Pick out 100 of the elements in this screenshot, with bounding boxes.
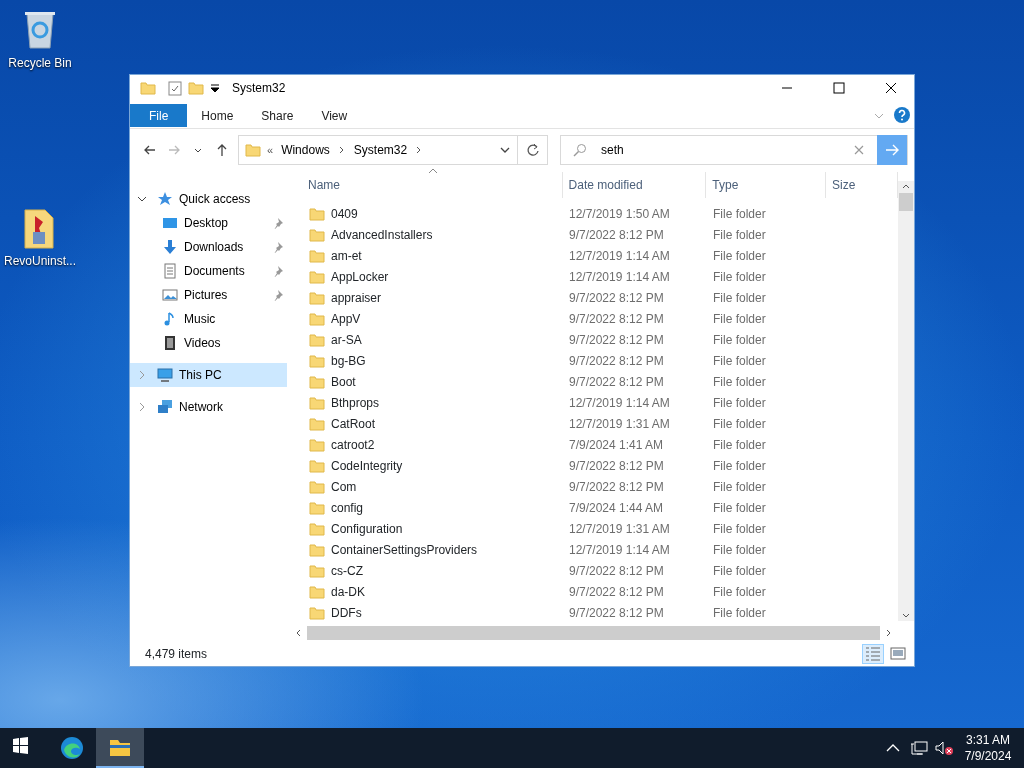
expanded-chevron-icon[interactable] (137, 194, 147, 204)
file-name[interactable]: da-DK (325, 582, 371, 601)
file-name[interactable]: AdvancedInstallers (325, 225, 439, 244)
date-cell-text: 9/7/2022 8:12 PM (568, 583, 665, 601)
desktop-icon-label[interactable]: Recycle Bin (8, 54, 72, 72)
properties-icon[interactable] (168, 80, 182, 96)
expand-ribbon-icon[interactable] (873, 111, 885, 121)
file-name[interactable]: bg-BG (325, 351, 372, 370)
date-cell-text: 9/7/2022 8:12 PM (568, 331, 665, 349)
clock[interactable]: 3:31 AM 7/9/2024 (962, 731, 1014, 765)
type-cell-text: File folder (712, 226, 767, 244)
file-name[interactable]: config (325, 498, 370, 517)
star-icon (157, 191, 173, 207)
network-icon[interactable] (910, 740, 928, 756)
type-cell-text: File folder (712, 289, 767, 307)
vertical-scrollbar[interactable] (898, 181, 914, 621)
folder-icon (309, 437, 325, 452)
folder-icon (309, 269, 325, 284)
maximize-icon (832, 82, 846, 94)
nav-item[interactable]: Quick access (130, 187, 287, 211)
ribbon-tab[interactable]: Home (187, 104, 248, 127)
date-cell-text: 12/7/2019 1:14 AM (568, 541, 671, 559)
close-icon (853, 144, 865, 156)
file-name[interactable]: Bthprops (325, 393, 386, 412)
type-cell-text: File folder (712, 457, 767, 475)
address-bar[interactable]: « Windows System32 (238, 135, 518, 165)
file-name[interactable]: catroot2 (325, 435, 381, 454)
nav-item[interactable]: This PC (130, 363, 287, 387)
large-icons-view-icon (889, 644, 907, 663)
folder-icon (309, 521, 325, 536)
nav-item[interactable]: Network (130, 395, 287, 419)
search-field[interactable]: seth (587, 140, 847, 160)
ribbon-tab[interactable]: File (130, 104, 188, 127)
close-icon (884, 82, 898, 94)
search-box[interactable]: seth (560, 135, 908, 165)
file-name[interactable]: CatRoot (325, 414, 382, 433)
date-cell-text: 9/7/2022 8:12 PM (568, 310, 665, 328)
search-button[interactable] (877, 135, 907, 165)
file-name[interactable]: cs-CZ (325, 561, 369, 580)
overflow-chevron[interactable]: « (267, 141, 274, 159)
film-icon (162, 335, 178, 351)
nav-item[interactable]: Desktop (130, 211, 287, 235)
file-name[interactable]: Configuration (325, 519, 409, 538)
nav-item[interactable]: Pictures (130, 283, 287, 307)
ribbon-tab[interactable]: View (307, 104, 362, 127)
type-cell-text: File folder (712, 205, 767, 223)
breadcrumb[interactable]: System32 (351, 141, 410, 159)
file-name[interactable]: Boot (325, 372, 362, 391)
chevron-icon[interactable] (337, 145, 346, 155)
scroll-thumb[interactable] (307, 625, 880, 640)
pin-icon (272, 217, 284, 229)
picture-icon (162, 287, 178, 303)
folder-icon (309, 206, 325, 221)
file-name[interactable]: am-et (325, 246, 368, 265)
file-name[interactable]: CodeIntegrity (325, 456, 409, 475)
date-cell-text: 9/7/2022 8:12 PM (568, 289, 665, 307)
date-cell-text: 9/7/2022 8:12 PM (568, 604, 665, 622)
type-cell-text: File folder (712, 310, 767, 328)
nav-item[interactable]: Music (130, 307, 287, 331)
nav-item[interactable]: Documents (130, 259, 287, 283)
dropdown-icon[interactable] (210, 83, 220, 93)
scroll-thumb[interactable] (899, 193, 913, 211)
nav-item[interactable]: Downloads (130, 235, 287, 259)
ribbon-tab[interactable]: Share (247, 104, 308, 127)
folder-icon (309, 563, 325, 578)
refresh-button[interactable] (518, 135, 548, 165)
recent-locations-icon (194, 147, 202, 153)
date-text: 7/9/2024 (963, 748, 1013, 765)
folder-icon (309, 500, 325, 515)
date-cell-text: 9/7/2022 8:12 PM (568, 352, 665, 370)
desktop-icon (162, 215, 178, 231)
download-icon (162, 239, 178, 255)
view-button[interactable] (862, 643, 884, 664)
pin-icon (272, 265, 284, 277)
file-name[interactable]: Com (325, 477, 363, 496)
file-name[interactable]: ar-SA (325, 330, 368, 349)
desktop-icon-label[interactable]: RevoUninst... (4, 252, 76, 270)
collapsed-chevron-icon[interactable] (137, 370, 147, 380)
breadcrumb[interactable]: Windows (279, 141, 332, 159)
column-header[interactable]: Date modified (562, 172, 707, 198)
nav-item[interactable]: Videos (130, 331, 287, 355)
item-count: 4,479 items (145, 645, 208, 663)
type-cell-text: File folder (712, 478, 767, 496)
file-name[interactable]: AppLocker (325, 267, 395, 286)
column-header[interactable]: Name (293, 172, 563, 198)
muted-speaker-icon[interactable] (934, 740, 954, 756)
file-name[interactable]: AppV (325, 309, 367, 328)
collapsed-chevron-icon[interactable] (137, 402, 147, 412)
file-name[interactable]: ContainerSettingsProviders (325, 540, 484, 559)
chevron-up-icon[interactable] (886, 743, 900, 753)
file-name[interactable]: DDFs (325, 603, 368, 622)
file-name[interactable]: appraiser (325, 288, 388, 307)
folder-icon (309, 353, 325, 368)
type-cell-text: File folder (712, 268, 767, 286)
folder-icon (309, 584, 325, 599)
help-icon[interactable] (893, 106, 911, 124)
pin-icon (272, 289, 284, 301)
file-name[interactable]: 0409 (325, 204, 364, 223)
dropdown-icon[interactable] (499, 145, 511, 155)
column-header[interactable]: Type (706, 172, 827, 198)
